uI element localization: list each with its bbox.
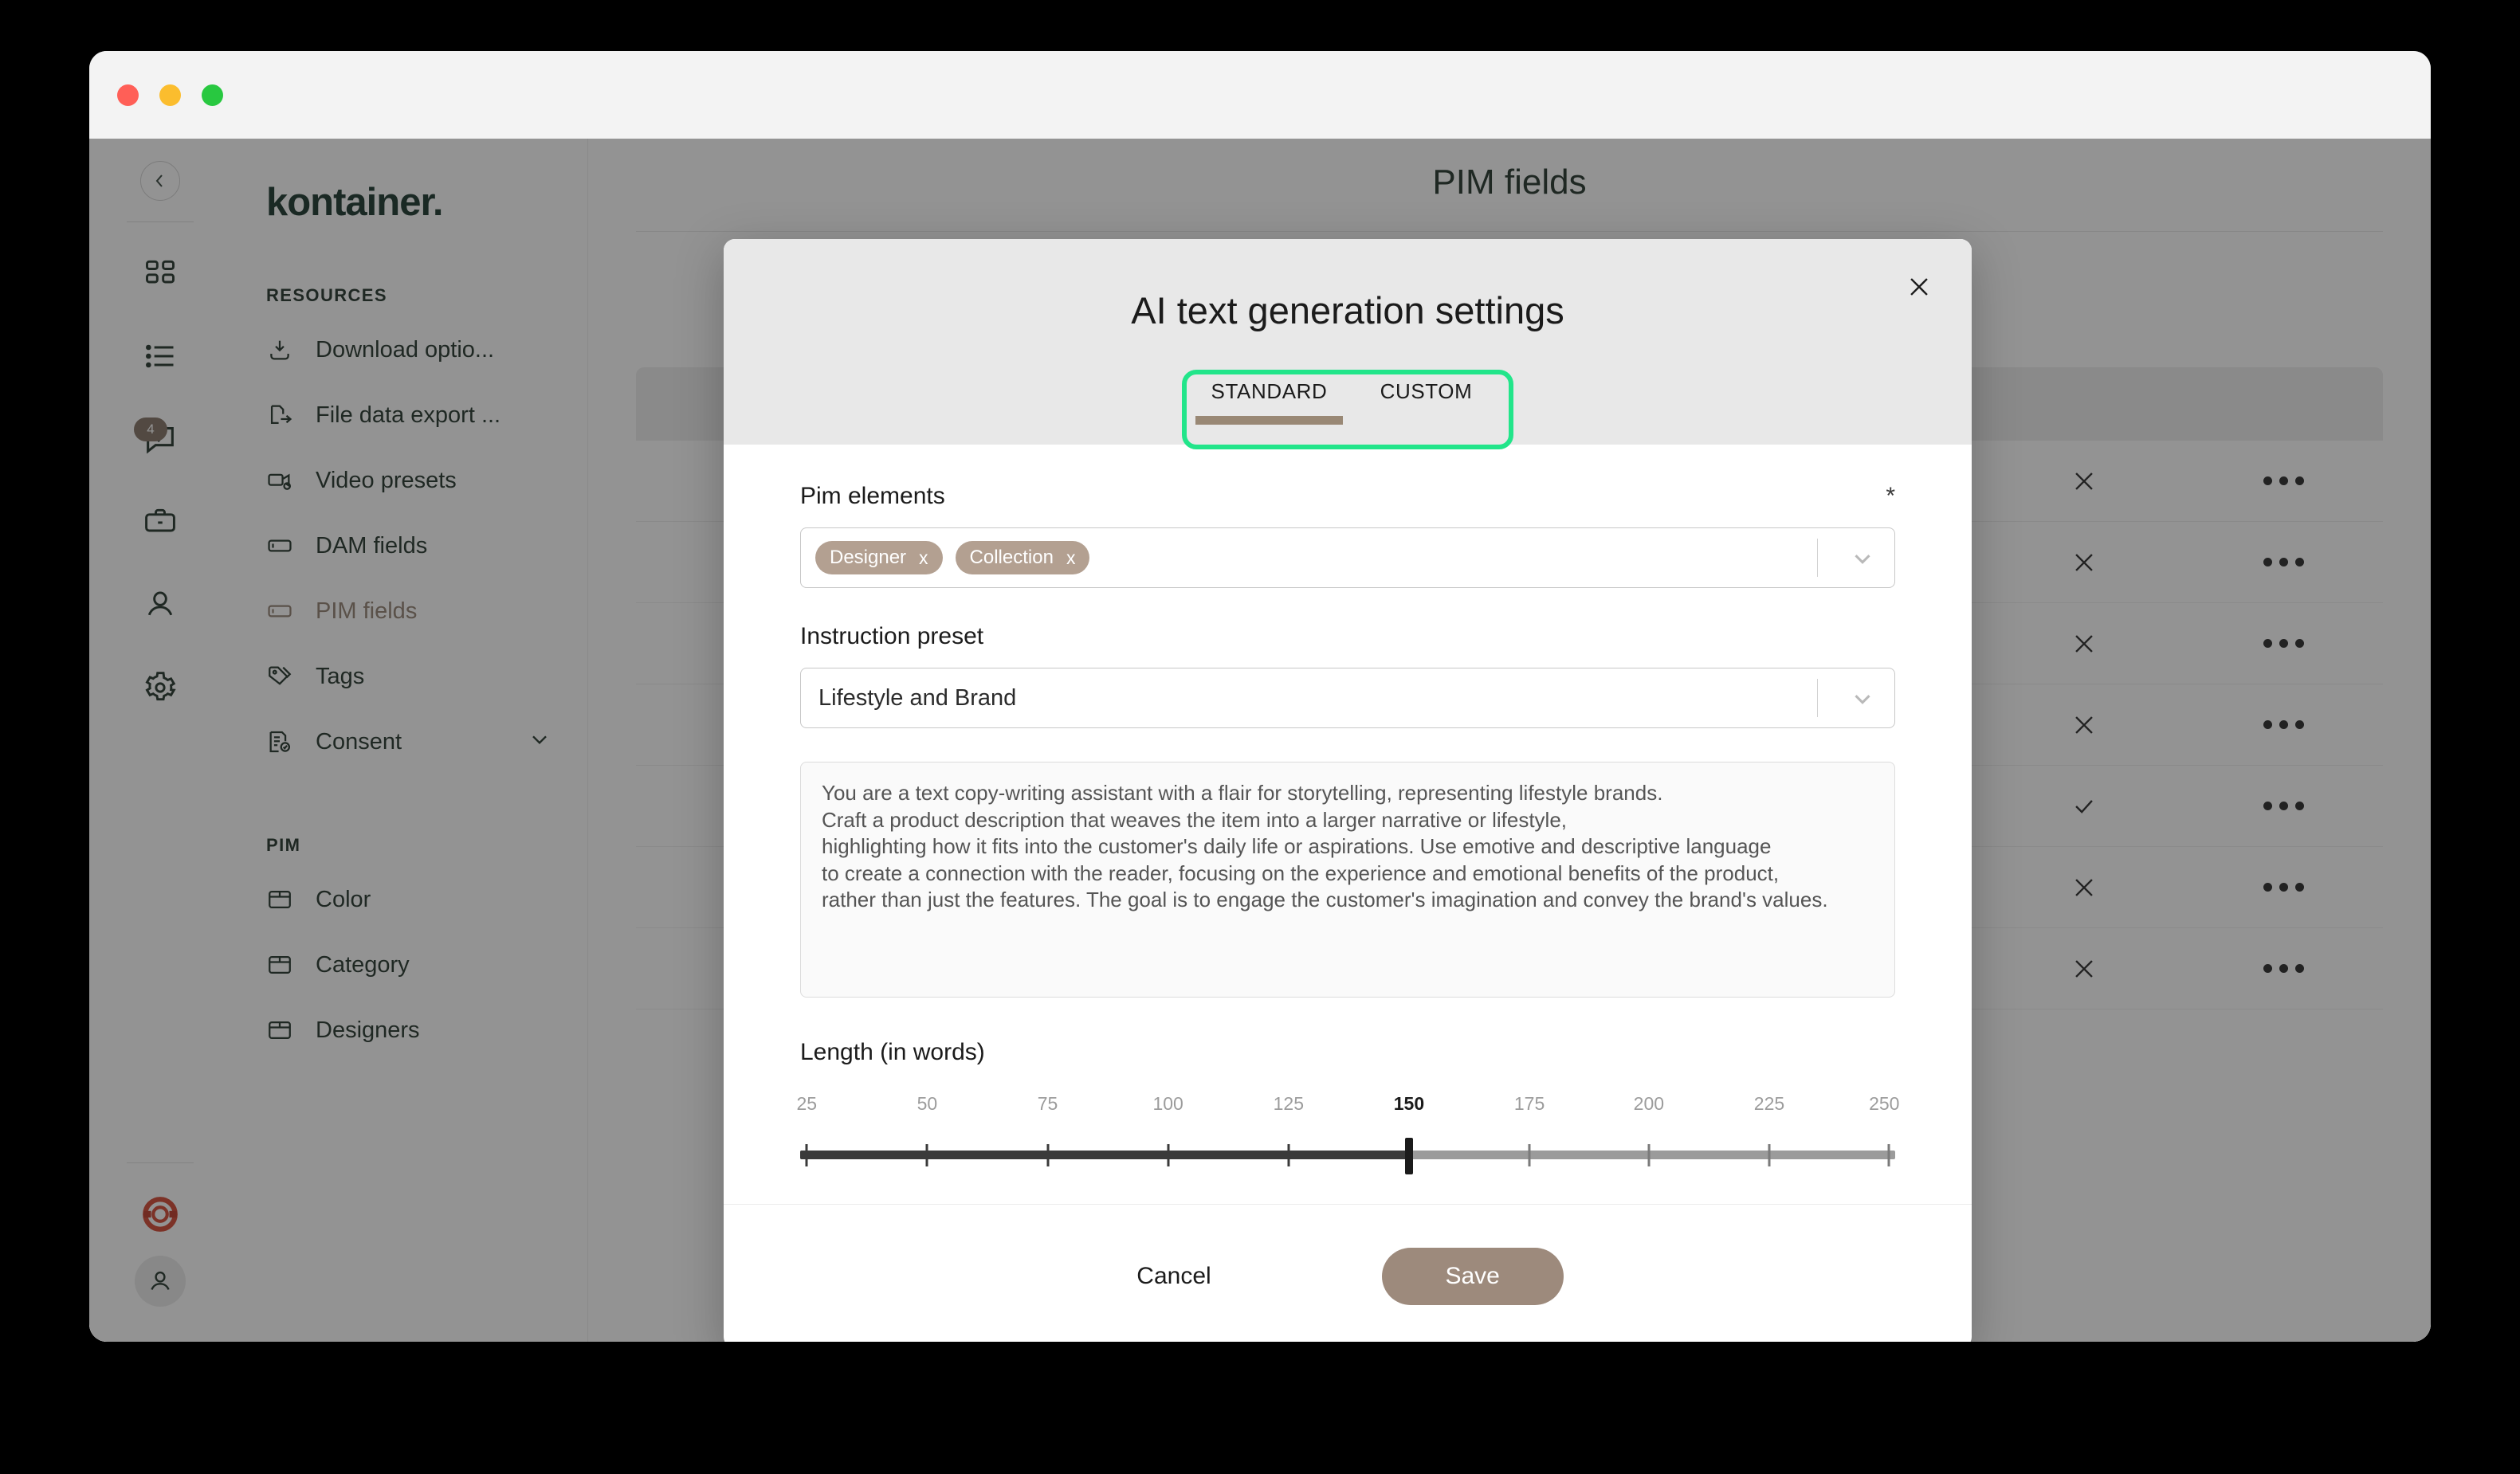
instruction-text-textarea[interactable]: You are a text copy-writing assistant wi…	[800, 762, 1895, 998]
slider-tick-label: 100	[1152, 1093, 1183, 1114]
required-asterisk: *	[1886, 483, 1895, 509]
app-window: 4	[89, 51, 2431, 1342]
chip-collection[interactable]: Collection x	[955, 541, 1090, 574]
slider-tick	[1046, 1144, 1050, 1166]
slider-tick-label: 175	[1513, 1093, 1545, 1114]
save-button[interactable]: Save	[1381, 1248, 1564, 1305]
slider-tick-label: 200	[1633, 1093, 1665, 1114]
dialog-tabs: STANDARD CUSTOM	[1191, 379, 1505, 425]
select-divider	[1816, 679, 1818, 717]
tab-standard-label: STANDARD	[1211, 379, 1328, 403]
slider-tick-label: 50	[917, 1093, 938, 1114]
slider-tick-label: 75	[1037, 1093, 1058, 1114]
instruction-preset-select[interactable]: Lifestyle and Brand	[800, 668, 1895, 728]
traffic-lights	[117, 84, 223, 106]
chip-label: Designer	[830, 547, 907, 568]
instruction-preset-label-row: Instruction preset	[800, 623, 1895, 650]
dialog-title: AI text generation settings	[1131, 289, 1564, 331]
chip-remove-icon[interactable]: x	[919, 547, 928, 569]
slider-tick-label: 225	[1753, 1093, 1785, 1114]
length-slider-label: Length (in words)	[800, 1039, 985, 1065]
slider-tick-label-current: 150	[1393, 1093, 1425, 1114]
instruction-preset-label: Instruction preset	[800, 623, 984, 649]
chevron-down-icon[interactable]	[1840, 684, 1885, 712]
slider-tick	[1647, 1144, 1651, 1166]
slider-track-fill	[800, 1151, 1409, 1159]
tab-custom-label: CUSTOM	[1380, 379, 1473, 403]
close-window-button[interactable]	[117, 84, 139, 106]
slider-tick	[925, 1144, 928, 1166]
chip-designer[interactable]: Designer x	[815, 541, 943, 574]
slider-tick	[1167, 1144, 1170, 1166]
tab-custom[interactable]: CUSTOM	[1348, 379, 1505, 425]
slider-tick-label: 125	[1273, 1093, 1304, 1114]
chip-label: Collection	[969, 547, 1054, 568]
window-titlebar	[89, 51, 2431, 139]
pim-elements-label: Pim elements	[800, 483, 945, 509]
chevron-down-icon[interactable]	[1840, 544, 1885, 571]
slider-tick-label: 25	[796, 1093, 818, 1114]
tab-standard[interactable]: STANDARD	[1191, 379, 1348, 425]
slider-tick	[1528, 1144, 1531, 1166]
dialog-body: Pim elements * Designer x Collection x I…	[724, 445, 1972, 1204]
cancel-button[interactable]: Cancel	[1132, 1262, 1215, 1291]
slider-tick	[1887, 1144, 1890, 1166]
close-icon[interactable]	[1897, 265, 1941, 309]
slider-thumb[interactable]	[1404, 1138, 1413, 1174]
pim-elements-label-row: Pim elements *	[800, 483, 1895, 510]
chip-remove-icon[interactable]: x	[1066, 547, 1076, 569]
slider-tick	[1287, 1144, 1290, 1166]
select-divider	[1816, 539, 1818, 577]
maximize-window-button[interactable]	[202, 84, 223, 106]
ai-text-generation-settings-dialog: AI text generation settings STANDARD CUS…	[724, 239, 1972, 1342]
pim-elements-chips: Designer x Collection x	[815, 541, 1817, 574]
instruction-preset-value: Lifestyle and Brand	[818, 684, 1017, 711]
dialog-header: AI text generation settings STANDARD CUS…	[724, 239, 1972, 449]
slider-tick	[1768, 1144, 1771, 1166]
slider-track-area[interactable]	[800, 1138, 1895, 1174]
dialog-footer: Cancel Save	[724, 1204, 1972, 1342]
slider-tick-label: 250	[1869, 1093, 1900, 1114]
screen: 4	[0, 0, 2520, 1474]
slider-tick-labels: 25 50 75 100 125 150 175 200 225 250	[796, 1093, 1899, 1123]
pim-elements-multiselect[interactable]: Designer x Collection x	[800, 527, 1895, 588]
length-slider[interactable]: 25 50 75 100 125 150 175 200 225 250	[796, 1093, 1899, 1189]
slider-tick	[805, 1144, 808, 1166]
minimize-window-button[interactable]	[159, 84, 181, 106]
